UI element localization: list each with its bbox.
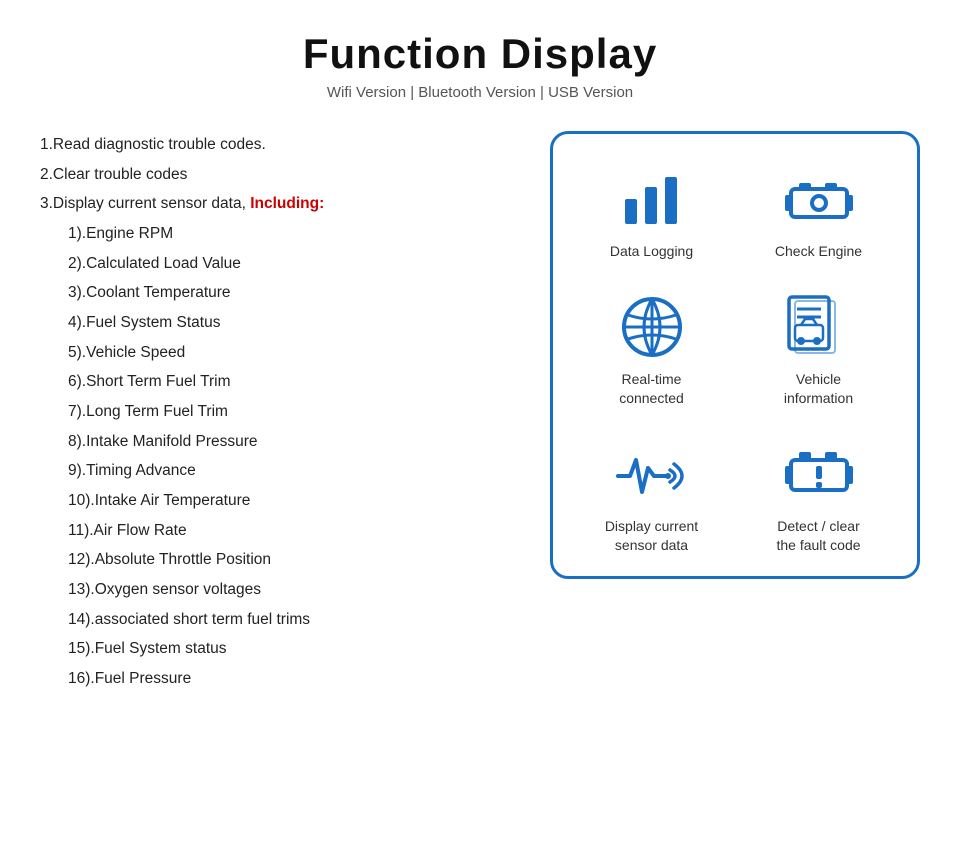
list-item: 7).Long Term Fuel Trim (40, 398, 520, 427)
main-content: 1.Read diagnostic trouble codes.2.Clear … (40, 131, 920, 695)
sensor-data-label: Display currentsensor data (605, 517, 698, 556)
icon-cell-vehicle-info: Vehicleinformation (740, 292, 897, 409)
check-engine-label: Check Engine (775, 242, 862, 262)
list-item: 10).Intake Air Temperature (40, 487, 520, 516)
page-title: Function Display (40, 30, 920, 78)
list-item: 4).Fuel System Status (40, 309, 520, 338)
right-panel: Data Logging Check Engine (550, 131, 920, 579)
list-item: 16).Fuel Pressure (40, 665, 520, 694)
list-item: 12).Absolute Throttle Position (40, 546, 520, 575)
icon-cell-sensor-data: Display currentsensor data (573, 439, 730, 556)
realtime-label: Real-timeconnected (619, 370, 684, 409)
list-item: 2.Clear trouble codes (40, 161, 520, 190)
list-item: 14).associated short term fuel trims (40, 606, 520, 635)
list-item: 3.Display current sensor data, Including… (40, 190, 520, 219)
list-item: 5).Vehicle Speed (40, 339, 520, 368)
page-header: Function Display Wifi Version | Bluetoot… (40, 30, 920, 101)
page-subtitle: Wifi Version | Bluetooth Version | USB V… (40, 84, 920, 101)
check-engine-icon (779, 164, 859, 234)
list-item: 8).Intake Manifold Pressure (40, 428, 520, 457)
left-panel: 1.Read diagnostic trouble codes.2.Clear … (40, 131, 520, 695)
highlight-text: Including: (250, 195, 324, 212)
realtime-icon (612, 292, 692, 362)
list-item: 15).Fuel System status (40, 635, 520, 664)
data-logging-label: Data Logging (610, 242, 693, 262)
fault-code-label: Detect / clearthe fault code (776, 517, 860, 556)
icon-cell-check-engine: Check Engine (740, 164, 897, 262)
vehicle-info-icon (779, 292, 859, 362)
list-item: 1).Engine RPM (40, 220, 520, 249)
icon-cell-realtime: Real-timeconnected (573, 292, 730, 409)
list-item: 6).Short Term Fuel Trim (40, 368, 520, 397)
icon-cell-fault-code: Detect / clearthe fault code (740, 439, 897, 556)
list-item: 13).Oxygen sensor voltages (40, 576, 520, 605)
list-item: 9).Timing Advance (40, 457, 520, 486)
list-item: 11).Air Flow Rate (40, 517, 520, 546)
list-item: 1.Read diagnostic trouble codes. (40, 131, 520, 160)
icon-cell-data-logging: Data Logging (573, 164, 730, 262)
fault-code-icon (779, 439, 859, 509)
sensor-data-icon (612, 439, 692, 509)
data-logging-icon (612, 164, 692, 234)
vehicle-info-label: Vehicleinformation (784, 370, 853, 409)
list-item: 2).Calculated Load Value (40, 250, 520, 279)
list-item: 3).Coolant Temperature (40, 279, 520, 308)
